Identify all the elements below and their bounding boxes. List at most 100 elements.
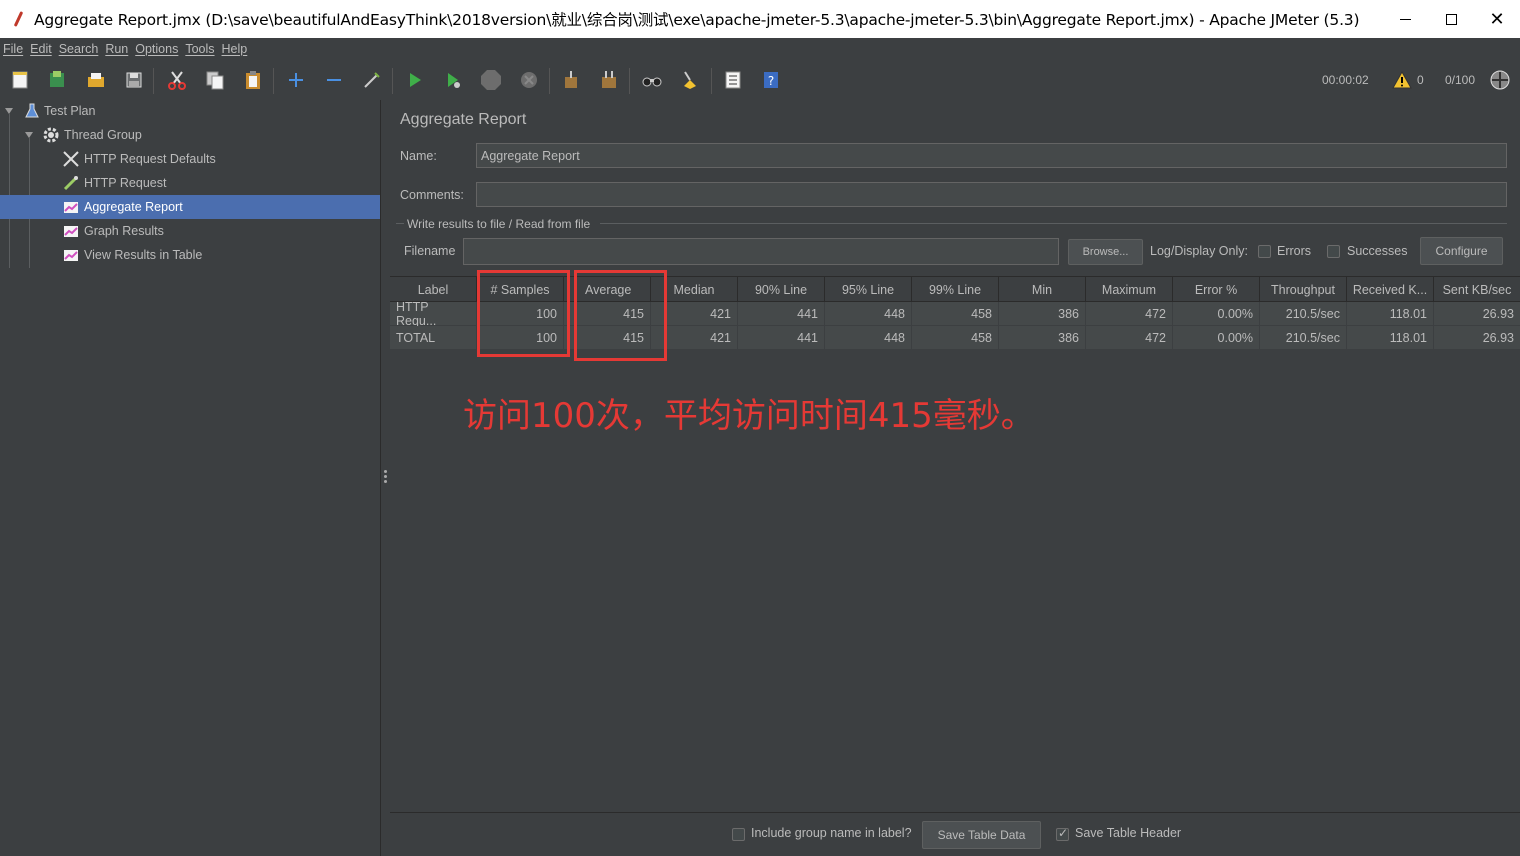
col-header-maximum[interactable]: Maximum — [1086, 277, 1173, 302]
save-table-data-button[interactable]: Save Table Data — [922, 821, 1041, 849]
binoculars-icon — [642, 77, 662, 87]
menu-file[interactable]: File — [3, 42, 23, 56]
templates-button[interactable] — [45, 68, 69, 92]
drag-handle-icon — [384, 470, 387, 484]
cell-error-pct: 0.00% — [1173, 302, 1260, 326]
warning-indicator[interactable] — [1390, 68, 1414, 92]
col-header-error-pct[interactable]: Error % — [1173, 277, 1260, 302]
start-no-pauses-button[interactable] — [441, 68, 465, 92]
cell-95-line: 448 — [825, 302, 912, 326]
col-header-throughput[interactable]: Throughput — [1260, 277, 1347, 302]
maximize-button[interactable] — [1428, 0, 1474, 38]
name-input[interactable] — [476, 143, 1507, 168]
collapse-all-button[interactable] — [322, 68, 346, 92]
shutdown-button[interactable] — [517, 68, 541, 92]
cell-95-line: 448 — [825, 326, 912, 350]
clear-all-button[interactable] — [597, 68, 621, 92]
new-button[interactable] — [8, 68, 32, 92]
toolbar-separator — [273, 68, 274, 94]
remote-status-icon — [1490, 70, 1510, 90]
stop-icon — [481, 70, 501, 90]
close-button[interactable]: ✕ — [1474, 0, 1520, 38]
cell-received-kb: 118.01 — [1347, 302, 1434, 326]
bottom-bar: Include group name in label? Save Table … — [390, 812, 1520, 856]
tree-item-aggregate-report[interactable]: Aggregate Report — [0, 195, 380, 219]
include-group-name-label: Include group name in label? — [751, 826, 912, 840]
cut-button[interactable] — [165, 68, 189, 92]
expand-all-button[interactable] — [284, 68, 308, 92]
menu-options[interactable]: Options — [135, 42, 178, 56]
include-group-name-checkbox[interactable] — [732, 828, 745, 841]
minimize-icon — [1399, 18, 1411, 20]
tree-item-view-results-table[interactable]: View Results in Table — [0, 243, 380, 267]
col-header-99-line[interactable]: 99% Line — [912, 277, 999, 302]
cell-sent-kb: 26.93 — [1482, 331, 1514, 345]
tree-item-label: Test Plan — [44, 104, 96, 118]
successes-label: Successes — [1347, 244, 1408, 258]
open-button[interactable] — [84, 68, 108, 92]
tree-item-label: Graph Results — [84, 224, 164, 238]
cell-90-line: 441 — [738, 326, 825, 350]
paste-clipboard-icon — [246, 71, 260, 89]
split-pane-divider[interactable] — [380, 100, 390, 856]
menu-help[interactable]: Help — [222, 42, 248, 56]
minimize-button[interactable] — [1382, 0, 1428, 38]
function-list-icon — [725, 71, 741, 89]
help-button[interactable]: ? — [759, 68, 783, 92]
open-folder-icon — [88, 73, 104, 87]
comments-label: Comments: — [400, 188, 464, 202]
comments-input[interactable] — [476, 182, 1507, 207]
col-header-min[interactable]: Min — [999, 277, 1086, 302]
tree-item-thread-group[interactable]: Thread Group — [0, 123, 380, 147]
tree-expand-icon[interactable] — [25, 132, 33, 138]
cell-90-line: 441 — [738, 302, 825, 326]
toggle-wand-icon — [364, 72, 380, 88]
menu-edit[interactable]: Edit — [30, 42, 52, 56]
errors-checkbox[interactable] — [1258, 245, 1271, 258]
toolbar-separator — [629, 68, 630, 94]
remote-status-button[interactable] — [1488, 68, 1512, 92]
clear-button[interactable] — [559, 68, 583, 92]
menu-run[interactable]: Run — [105, 42, 128, 56]
browse-button[interactable]: Browse... — [1068, 239, 1143, 265]
menu-search[interactable]: Search — [59, 42, 99, 56]
cell-maximum: 472 — [1086, 326, 1173, 350]
cell-throughput: 210.5/sec — [1260, 326, 1347, 350]
configure-button[interactable]: Configure — [1420, 237, 1503, 265]
help-book-icon: ? — [764, 72, 778, 88]
minus-icon — [327, 79, 341, 81]
start-button[interactable] — [403, 68, 427, 92]
copy-button[interactable] — [203, 68, 227, 92]
col-header-sent-kb[interactable]: Sent KB/sec — [1434, 277, 1520, 302]
section-border — [600, 223, 1507, 224]
cell-maximum: 472 — [1086, 302, 1173, 326]
tree-item-http-request-defaults[interactable]: HTTP Request Defaults — [0, 147, 380, 171]
filename-input[interactable] — [463, 238, 1059, 265]
toolbar: ? 00:00:02 0 0/100 — [0, 60, 1520, 100]
active-threads: 0/100 — [1445, 73, 1476, 87]
paste-button[interactable] — [241, 68, 265, 92]
tree-item-graph-results[interactable]: Graph Results — [0, 219, 380, 243]
close-icon: ✕ — [1489, 8, 1505, 30]
tree-expand-icon[interactable] — [5, 108, 13, 114]
cell-99-line: 458 — [912, 326, 999, 350]
function-helper-button[interactable] — [721, 68, 745, 92]
col-header-95-line[interactable]: 95% Line — [825, 277, 912, 302]
shutdown-icon — [521, 72, 537, 88]
search-button[interactable] — [640, 68, 664, 92]
tree-item-http-request[interactable]: HTTP Request — [0, 171, 380, 195]
save-button[interactable] — [122, 68, 146, 92]
stop-button[interactable] — [479, 68, 503, 92]
tree-item-test-plan[interactable]: Test Plan — [0, 99, 380, 123]
col-header-label[interactable]: Label — [390, 277, 477, 302]
successes-checkbox[interactable] — [1327, 245, 1340, 258]
gear-icon — [43, 127, 59, 143]
reset-search-button[interactable] — [678, 68, 702, 92]
toolbar-separator — [153, 68, 154, 94]
menu-tools[interactable]: Tools — [185, 42, 214, 56]
col-header-received-kb[interactable]: Received K... — [1347, 277, 1434, 302]
broom-clear-all-icon — [602, 71, 616, 88]
col-header-90-line[interactable]: 90% Line — [738, 277, 825, 302]
toggle-button[interactable] — [360, 68, 384, 92]
save-table-header-checkbox[interactable] — [1056, 826, 1069, 841]
